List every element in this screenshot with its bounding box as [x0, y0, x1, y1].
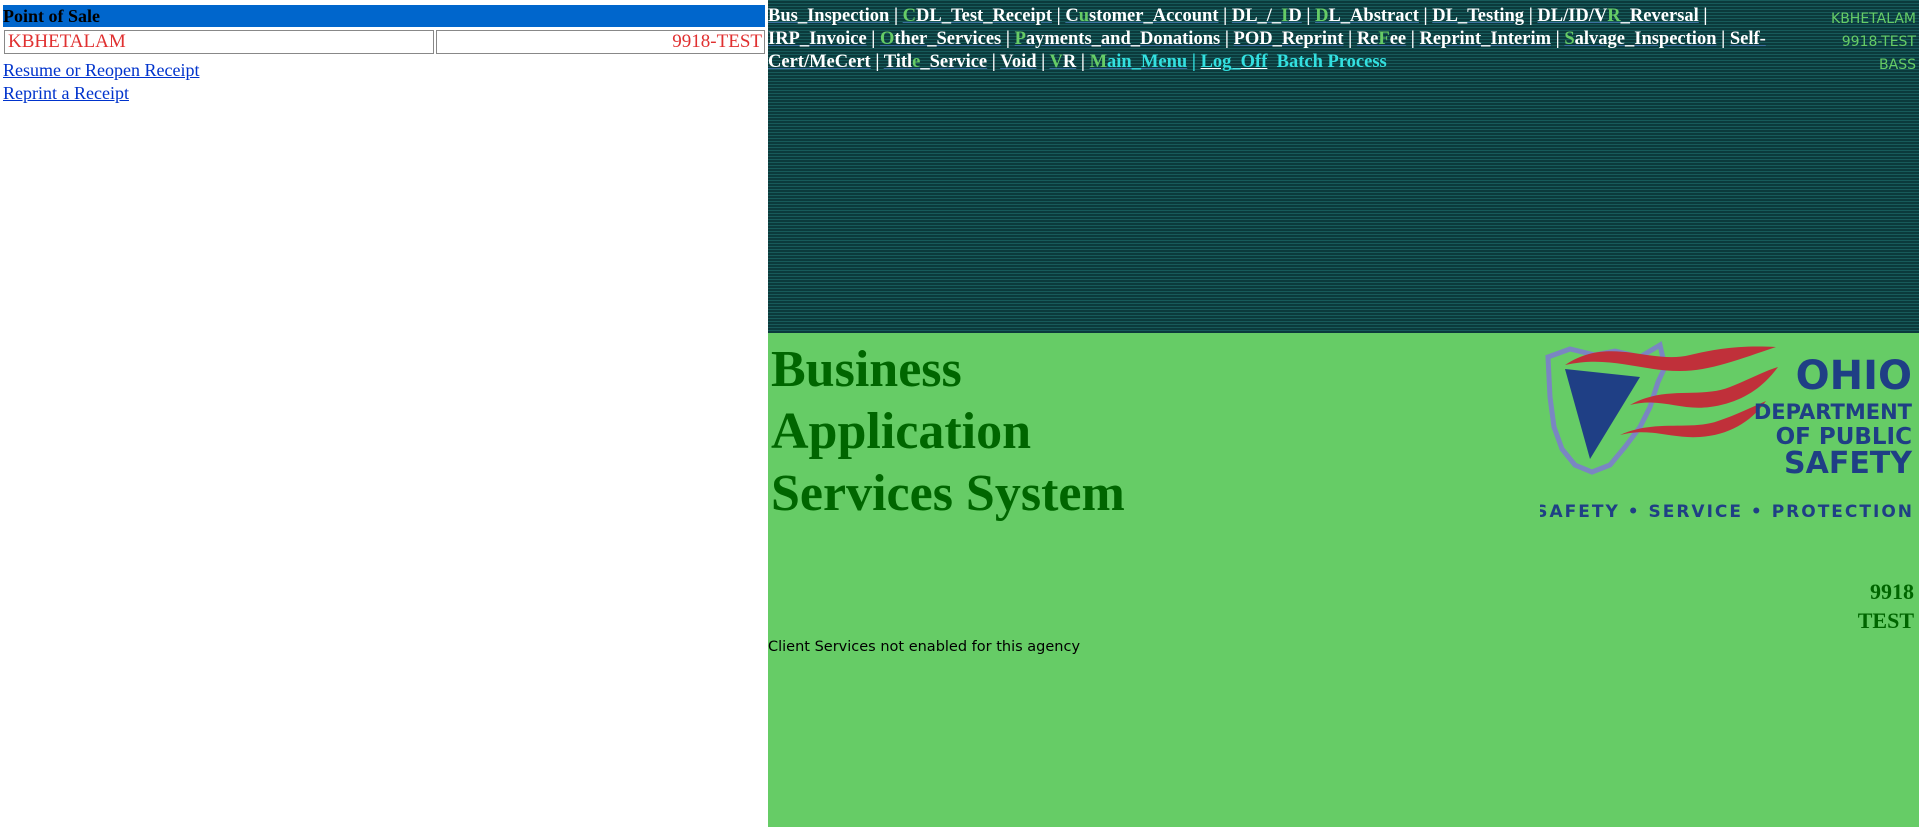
batch-process-link[interactable]: Batch Process	[1277, 52, 1387, 72]
menu-item-title-service[interactable]: Title_Service	[884, 52, 987, 72]
resume-receipt-link[interactable]: Resume or Reopen Receipt	[3, 59, 199, 81]
menu-separator: |	[1698, 6, 1708, 26]
logo-safety: SAFETY	[1784, 446, 1913, 481]
menu-item-salvage-inspection[interactable]: Salvage_Inspection	[1564, 29, 1716, 49]
menu-separator: |	[1406, 29, 1420, 49]
session-system: BASS	[1879, 57, 1916, 73]
menu-item-pod-reprint[interactable]: POD_Reprint	[1234, 29, 1344, 49]
menu-separator: |	[1551, 29, 1565, 49]
session-info: KBHETALAM 9918-TEST BASS	[1831, 8, 1916, 77]
menu-item-vr[interactable]: VR	[1050, 52, 1077, 72]
app-title-line: Business	[771, 341, 962, 398]
menu-item-bus-inspection[interactable]: Bus_Inspection	[768, 6, 889, 26]
pos-agency-cell: 9918-TEST	[436, 30, 765, 54]
menu-item-other-services[interactable]: Other_Services	[880, 29, 1001, 49]
menu-item-void[interactable]: Void	[1000, 52, 1036, 72]
session-user: KBHETALAM	[1831, 11, 1916, 27]
agency-number: 9918	[1870, 579, 1914, 604]
menu-item-irp-invoice[interactable]: IRP_Invoice	[768, 29, 867, 49]
menu-item-payments-and-donations[interactable]: Payments_and_Donations	[1015, 29, 1221, 49]
menu-separator: |	[1220, 29, 1234, 49]
menu-item-reprint-interim[interactable]: Reprint_Interim	[1419, 29, 1551, 49]
menu-separator: |	[1052, 6, 1066, 26]
session-agency: 9918-TEST	[1841, 34, 1916, 50]
app-title: Business Application Services System	[771, 339, 1125, 525]
menu-separator: |	[1524, 6, 1538, 26]
app-title-line: Application	[771, 403, 1032, 460]
menu-separator: |	[1418, 6, 1433, 26]
reprint-receipt-link[interactable]: Reprint a Receipt	[3, 82, 129, 104]
menu-item-refee[interactable]: ReFee	[1357, 29, 1406, 49]
logo-tagline: SAFETY • SERVICE • PROTECTION	[1540, 502, 1914, 522]
menu-item-dl-abstract[interactable]: DL_Abstract	[1315, 6, 1419, 26]
ohio-dps-logo: OHIO DEPARTMENT OF PUBLIC SAFETY SAFETY …	[1540, 341, 1914, 522]
pos-user-cell: KBHETALAM	[4, 30, 434, 54]
pos-title: Point of Sale	[3, 6, 100, 26]
menu-separator: |	[889, 6, 903, 26]
log-off-link[interactable]: Log_Off	[1201, 52, 1268, 72]
app-title-line: Services System	[771, 465, 1125, 522]
client-services-message: Client Services not enabled for this age…	[768, 639, 1081, 655]
menu-item-dl-testing[interactable]: DL_Testing	[1432, 6, 1524, 26]
agency-name: TEST	[1857, 608, 1914, 633]
main-menu-frame: Bus_Inspection | CDL_Test_Receipt | Cust…	[768, 0, 1919, 333]
home-frame: Business Application Services System OHI…	[768, 333, 1919, 827]
menu-separator: |	[870, 52, 884, 72]
menu-separator: |	[987, 52, 1001, 72]
point-of-sale-frame: Point of Sale KBHETALAM 9918-TEST Resume…	[0, 0, 768, 827]
menu-separator: |	[866, 29, 880, 49]
menu-separator: |	[1301, 6, 1316, 26]
menu-item-main-menu[interactable]: Main_Menu	[1090, 52, 1188, 72]
menu-item-dl-id-vr-reversal[interactable]: DL/ID/VR_Reversal	[1537, 6, 1698, 26]
pos-header: Point of Sale	[3, 5, 765, 27]
agency-code: 9918 TEST	[1858, 577, 1914, 635]
menu-separator: |	[1076, 52, 1090, 72]
menu-links: Bus_Inspection | CDL_Test_Receipt | Cust…	[768, 5, 1798, 74]
menu-separator: |	[1001, 29, 1015, 49]
menu-separator: |	[1716, 29, 1730, 49]
menu-separator: |	[1343, 29, 1357, 49]
menu-separator: |	[1218, 6, 1232, 26]
menu-item-cdl-test-receipt[interactable]: CDL_Test_Receipt	[903, 6, 1052, 26]
menu-item-dl-id[interactable]: DL_/_ID	[1232, 6, 1302, 26]
menu-separator: |	[1036, 52, 1050, 72]
menu-separator: |	[1187, 52, 1201, 72]
logo-department: DEPARTMENT	[1754, 400, 1913, 424]
menu-item-customer-account[interactable]: Customer_Account	[1065, 6, 1218, 26]
logo-ohio: OHIO	[1796, 353, 1912, 399]
